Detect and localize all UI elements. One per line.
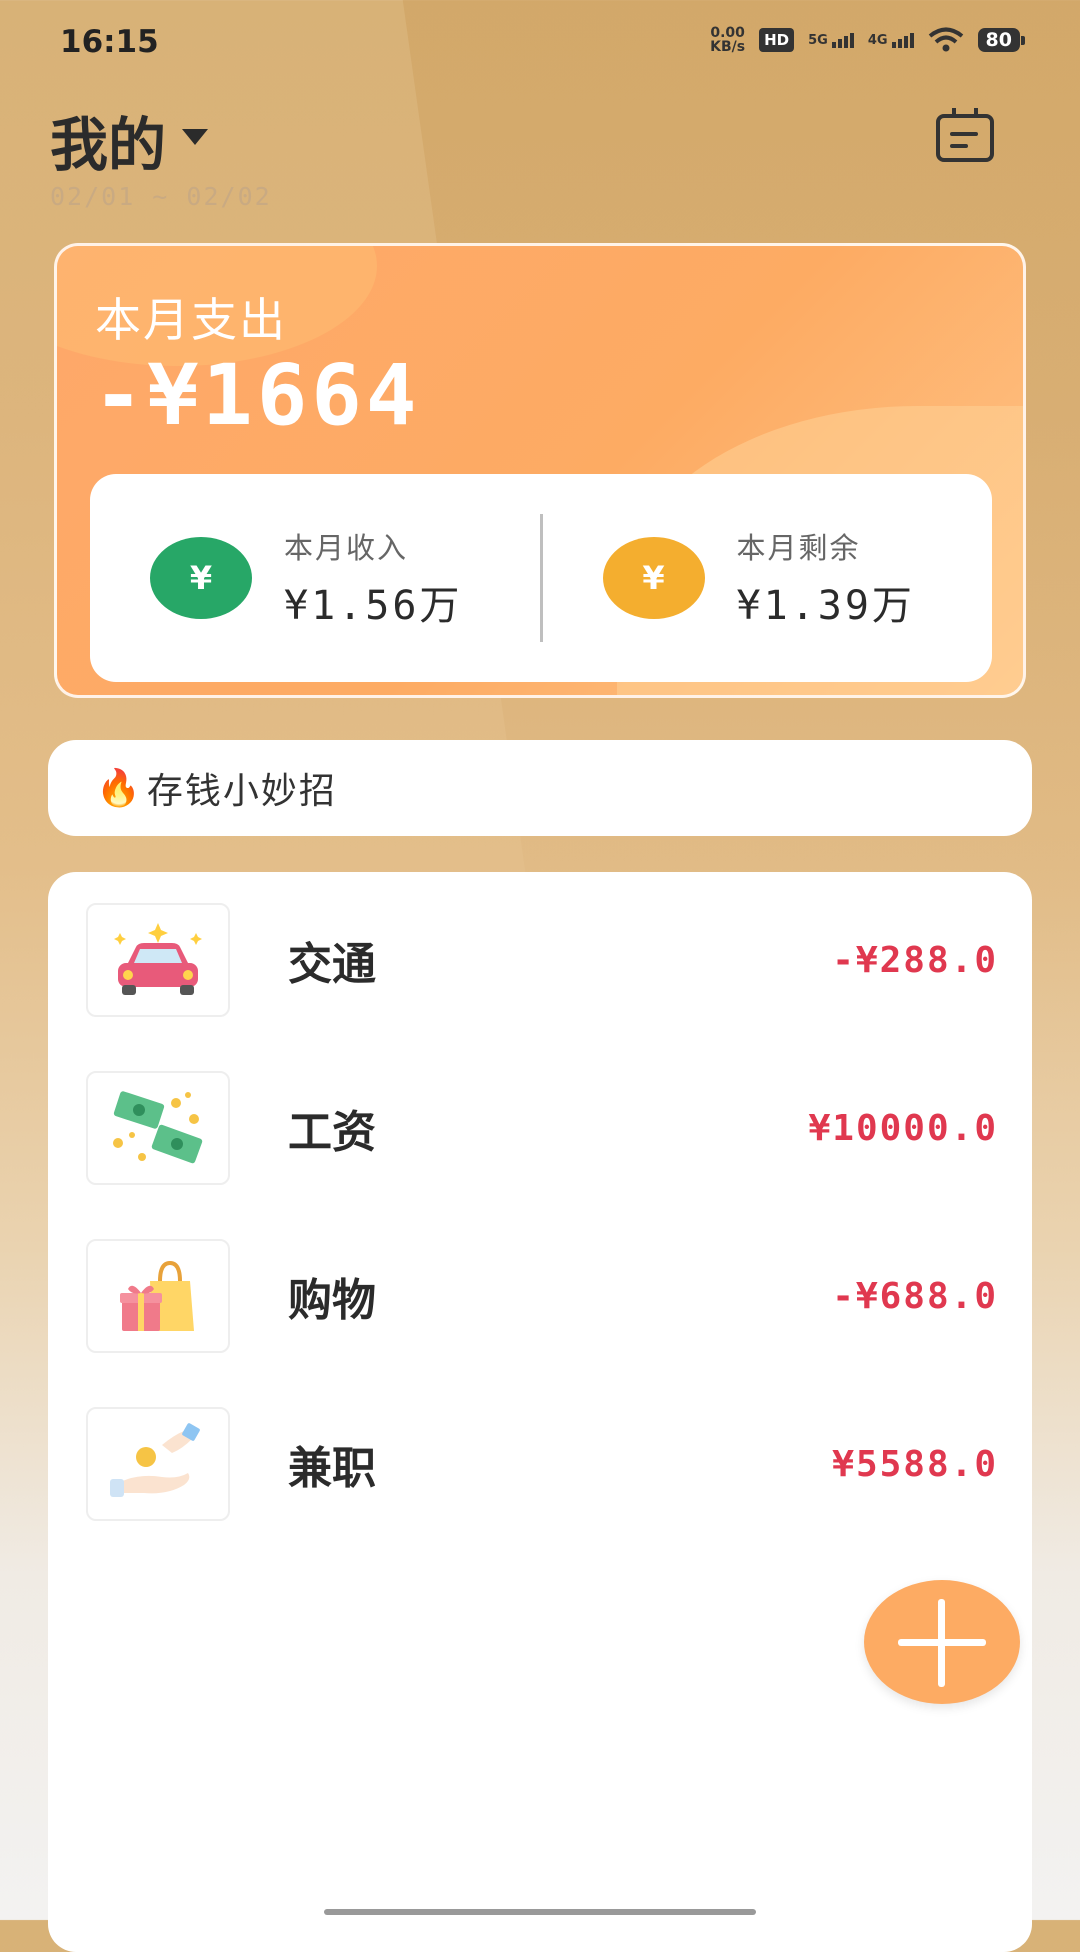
saving-tips-text: 存钱小妙招: [146, 771, 337, 812]
list-item[interactable]: 工资 ¥10000.0: [86, 1070, 998, 1186]
book-selector[interactable]: 我的: [50, 98, 209, 182]
home-indicator[interactable]: [324, 1909, 756, 1915]
yen-down-icon: ¥: [602, 537, 705, 619]
calendar-icon[interactable]: [936, 108, 994, 162]
battery-icon: 80: [977, 28, 1026, 52]
signal-5g-icon: 5G: [808, 32, 854, 48]
balance-stat: ¥ 本月剩余 ¥1.39万: [543, 525, 993, 631]
status-time: 16:15: [60, 24, 159, 60]
expense-label: 本月支出: [95, 293, 287, 347]
car-icon: [86, 903, 230, 1017]
record-category: 工资: [288, 1107, 376, 1158]
income-stat: ¥ 本月收入 ¥1.56万: [90, 525, 540, 631]
coins-icon: ¥: [150, 537, 252, 619]
record-amount: -¥688.0: [832, 1275, 998, 1317]
list-item[interactable]: 兼职 ¥5588.0: [86, 1406, 998, 1522]
status-bar: 16:15 0.00 KB/s HD 5G 4G 80: [0, 0, 1080, 86]
network-speed: 0.00 KB/s: [710, 25, 746, 55]
record-category: 兼职: [288, 1443, 376, 1494]
saving-tips-banner[interactable]: 🔥 存钱小妙招: [48, 740, 1032, 836]
income-label: 本月收入: [284, 531, 409, 565]
coin-hand-icon: [86, 1407, 230, 1521]
add-record-button[interactable]: [864, 1580, 1020, 1704]
date-range: 02/01 ~ 02/02: [50, 182, 272, 211]
income-balance-panel: ¥ 本月收入 ¥1.56万 ¥ 本月剩余 ¥1.39万: [90, 474, 992, 682]
record-amount: ¥10000.0: [808, 1107, 998, 1149]
signal-4g-icon: 4G: [868, 32, 914, 48]
wifi-icon: [928, 27, 963, 52]
record-category: 购物: [288, 1275, 376, 1326]
caret-down-icon: [182, 129, 209, 145]
balance-label: 本月剩余: [736, 531, 861, 565]
records-list: 交通 -¥288.0 工资 ¥10000.0 购物 -¥688.0 兼职 ¥55…: [48, 872, 1032, 1952]
expense-summary-card: 本月支出 -¥1664 ¥ 本月收入 ¥1.56万 ¥ 本月剩余 ¥1.39万: [54, 243, 1026, 698]
status-icons: 0.00 KB/s HD 5G 4G 80: [710, 25, 1026, 55]
money-icon: [86, 1071, 230, 1185]
hd-icon: HD: [759, 28, 795, 52]
list-item[interactable]: 交通 -¥288.0: [86, 902, 998, 1018]
income-value: ¥1.56万: [284, 583, 463, 629]
record-amount: -¥288.0: [832, 939, 998, 981]
shopping-bag-icon: [86, 1239, 230, 1353]
list-item[interactable]: 购物 -¥688.0: [86, 1238, 998, 1354]
record-amount: ¥5588.0: [832, 1443, 998, 1485]
expense-amount: -¥1664: [93, 346, 421, 444]
balance-value: ¥1.39万: [736, 583, 915, 629]
record-category: 交通: [288, 939, 376, 990]
page-title: 我的: [50, 111, 167, 179]
fire-icon: 🔥: [96, 768, 141, 809]
